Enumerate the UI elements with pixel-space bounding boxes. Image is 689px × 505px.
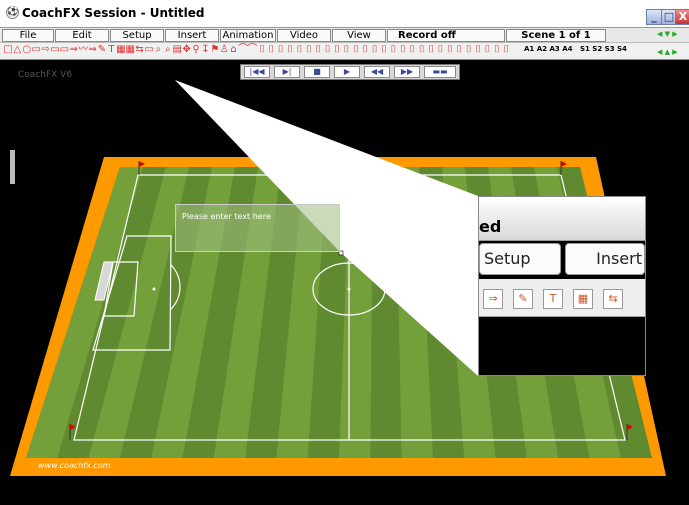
play-button[interactable]: ▶ (334, 66, 360, 78)
nav-arrows-icon-2[interactable]: ◀ ▲ ▶ (657, 48, 678, 56)
tool-a2[interactable]: A2 (537, 45, 547, 53)
toolbar-icon[interactable]: ⌷ (501, 44, 511, 56)
soccer-ball-icon: ⚽ (6, 6, 19, 19)
zoom-preview: ed Setup Insert ⇒ ✎ T ▦ ⇆ (478, 196, 646, 376)
app-window: ⚽ CoachFX Session - Untitled _ □ X File … (0, 0, 689, 505)
centre-circle (312, 262, 386, 316)
penalty-arc (169, 264, 181, 311)
zoom-grid-icon: ▦ (573, 289, 593, 309)
goal-net (94, 261, 114, 301)
fast-forward-button[interactable]: ▶▶ (394, 66, 420, 78)
pitch-stripe (396, 167, 433, 458)
goal-area (103, 261, 139, 317)
menu-animation[interactable]: Animation (220, 29, 276, 42)
menu-setup[interactable]: Setup (110, 29, 164, 42)
tool-a1[interactable]: A1 (524, 45, 534, 53)
pitch-stripe (339, 167, 373, 458)
menu-file[interactable]: File (2, 29, 54, 42)
zoom-menu-setup: Setup (479, 243, 561, 275)
penalty-spot (152, 287, 156, 291)
tool-a4[interactable]: A4 (562, 45, 572, 53)
website-watermark: www.coachfx.com (38, 461, 111, 470)
zoom-text-icon: T (543, 289, 563, 309)
zoom-eraser-icon: ✎ (513, 289, 533, 309)
close-button[interactable]: X (675, 9, 689, 25)
pitch-stripe (26, 167, 143, 458)
player-labels: A1 A2 A3 A4 S1 S2 S3 S4 (524, 45, 627, 53)
side-grip[interactable] (10, 150, 15, 184)
record-status[interactable]: Record off (387, 29, 505, 42)
title-bar: ⚽ CoachFX Session - Untitled _ □ X (0, 0, 689, 28)
first-frame-button[interactable]: |◀◀ (244, 66, 270, 78)
penalty-area (92, 235, 172, 351)
tool-s2[interactable]: S2 (592, 45, 602, 53)
minimize-button[interactable]: _ (646, 9, 662, 25)
menu-edit[interactable]: Edit (55, 29, 109, 42)
menu-view[interactable]: View (332, 29, 386, 42)
centre-spot (347, 287, 351, 291)
zoom-menu-insert: Insert (565, 243, 645, 275)
rewind-button[interactable]: ◀◀ (364, 66, 390, 78)
film-button[interactable]: ▬▬ (424, 66, 456, 78)
tool-s3[interactable]: S3 (605, 45, 615, 53)
tool-a3[interactable]: A3 (549, 45, 559, 53)
window-title: CoachFX Session - Untitled (22, 6, 205, 20)
version-label: CoachFX V6 (18, 70, 73, 80)
zoom-header (479, 197, 645, 241)
tool-s4[interactable]: S4 (617, 45, 627, 53)
next-frame-button[interactable]: ▶| (274, 66, 300, 78)
text-box-content: Please enter text here (182, 212, 271, 221)
nav-arrows-icon[interactable]: ◀ ▼ ▶ (657, 30, 678, 38)
stop-button[interactable]: ■ (304, 66, 330, 78)
menu-insert[interactable]: Insert (165, 29, 219, 42)
zoom-title: ed (479, 217, 502, 236)
text-box[interactable]: Please enter text here (175, 204, 340, 252)
zoom-arrow-icon: ⇒ (483, 289, 503, 309)
pitch-stripe (88, 167, 189, 458)
scene-indicator: Scene 1 of 1 (506, 29, 606, 42)
tool-s1[interactable]: S1 (580, 45, 590, 53)
zoom-swap-icon: ⇆ (603, 289, 623, 309)
menu-video[interactable]: Video (277, 29, 331, 42)
